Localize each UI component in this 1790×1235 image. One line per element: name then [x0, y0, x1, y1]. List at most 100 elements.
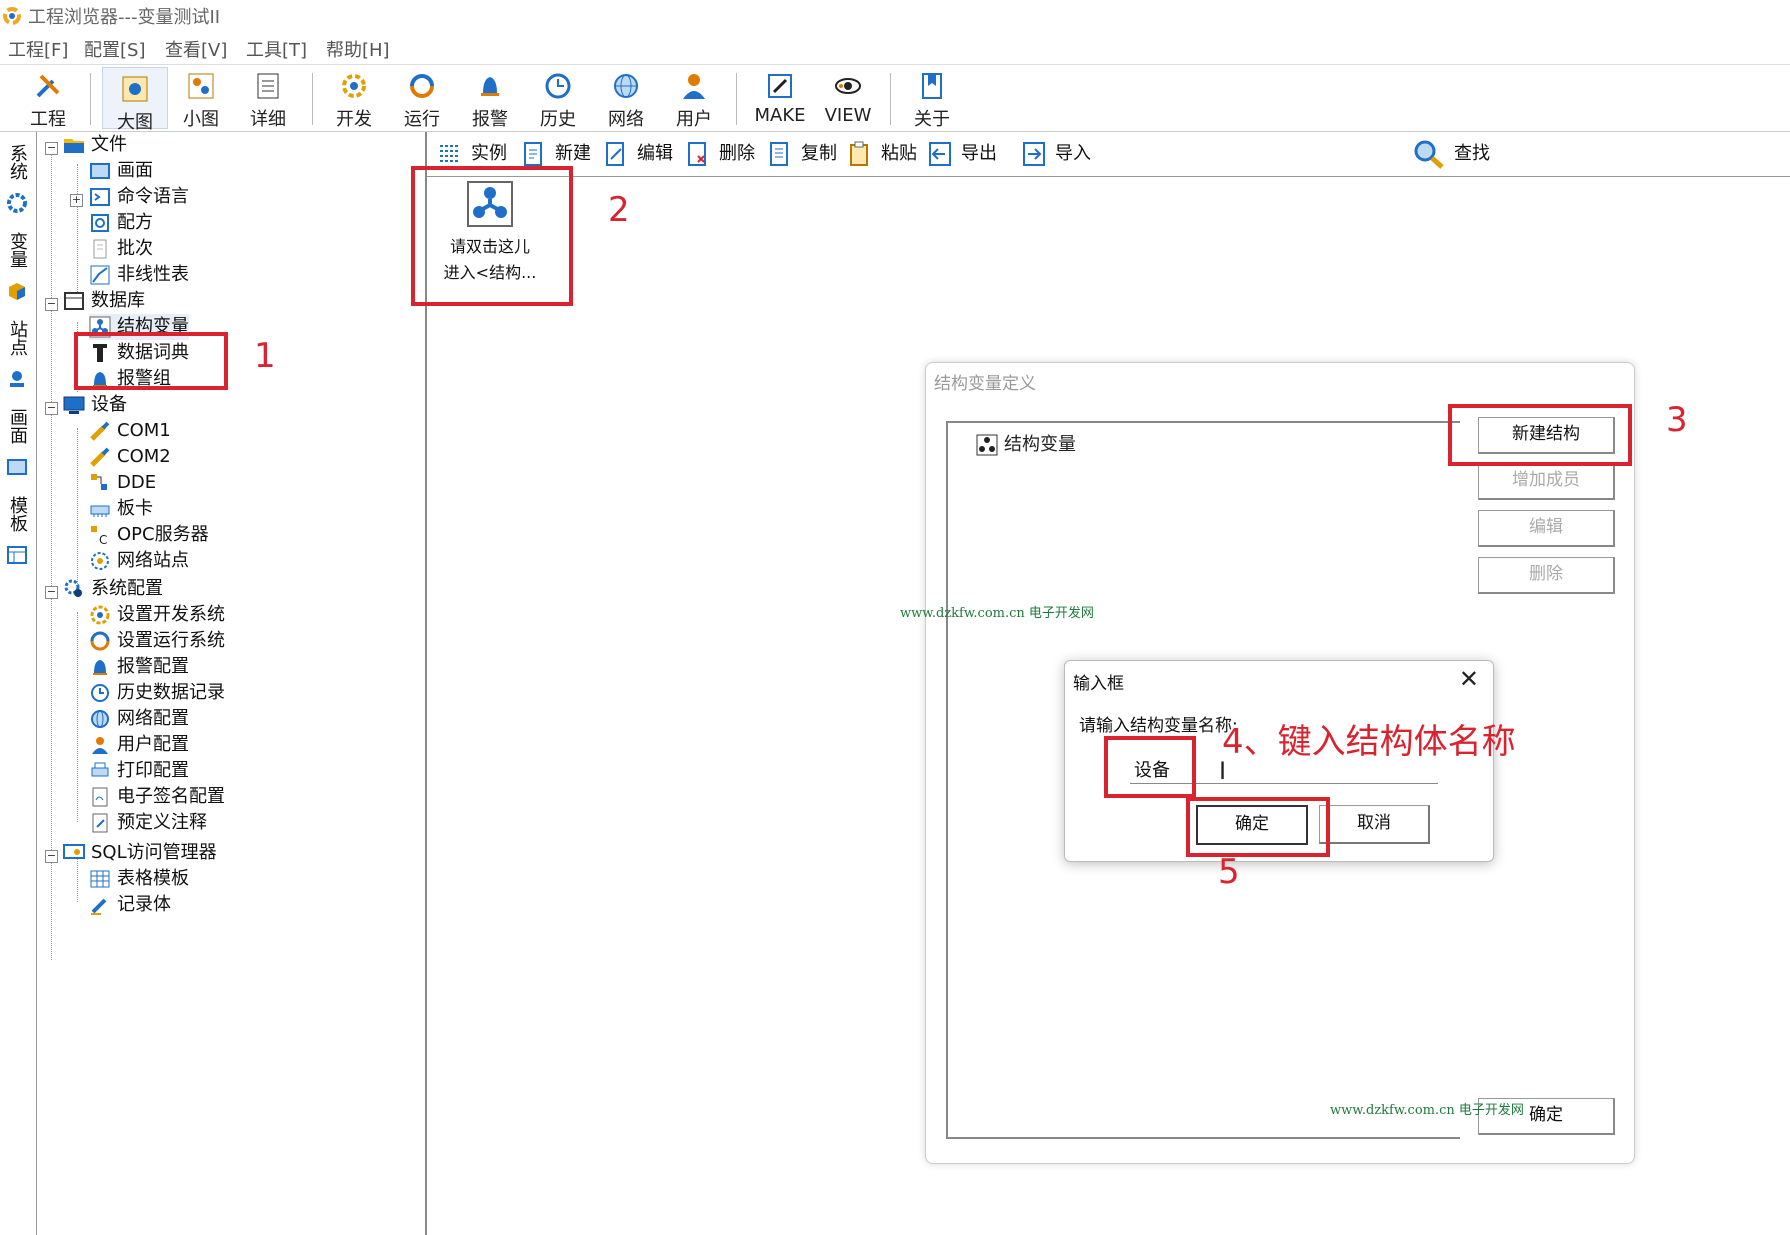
tree-node-batch[interactable]: 批次 [89, 236, 153, 262]
project-tree: − 文件 画面 + 命令语言 配方 批次 非线性表 − 数据库 结构变量 数据词… [37, 132, 427, 1235]
tree-connector [77, 612, 78, 822]
menu-project[interactable]: 工程[F] [8, 36, 68, 62]
input-prompt: 请输入结构变量名称: [1079, 716, 1238, 736]
annotation-box-4 [1104, 736, 1196, 798]
toolbar-network-button[interactable]: 网络 [594, 65, 658, 131]
toolbar-user-button[interactable]: 用户 [662, 65, 726, 131]
menu-help[interactable]: 帮助[H] [326, 36, 390, 62]
tree-node-opc-server[interactable]: C OPC服务器 [89, 522, 209, 548]
collapse-toggle[interactable]: − [45, 850, 58, 863]
tree-node-label: 文件 [91, 134, 127, 155]
add-member-button[interactable]: 增加成员 [1478, 463, 1615, 500]
collapse-toggle[interactable]: − [45, 402, 58, 415]
tree-node-network-site[interactable]: 网络站点 [89, 548, 189, 574]
annotation-label-4: 4、键入结构体名称 [1222, 722, 1516, 762]
collapse-toggle[interactable]: − [45, 298, 58, 311]
tree-node-table-template[interactable]: 表格模板 [89, 866, 189, 892]
toolbar-label: 网络 [608, 109, 644, 130]
menu-config[interactable]: 配置[S] [84, 36, 145, 62]
run-icon [410, 74, 434, 98]
collapse-toggle[interactable]: − [45, 586, 58, 599]
delete-label: 删除 [719, 143, 755, 164]
delete-button[interactable]: 删除 [685, 138, 755, 170]
toolbar-alarm-button[interactable]: 报警 [458, 65, 522, 131]
tree-node-system-config[interactable]: 系统配置 [63, 576, 163, 602]
tree-node-sql-manager[interactable]: SQL访问管理器 [63, 840, 217, 866]
toolbar-view-button[interactable]: VIEW [814, 65, 882, 131]
struct-delete-button[interactable]: 删除 [1478, 557, 1615, 594]
toolbar-project-button[interactable]: 工程 [16, 65, 80, 131]
tree-node-com1[interactable]: COM1 [89, 418, 171, 444]
toolbar-small-icon-button[interactable]: 小图 [169, 65, 233, 131]
vtab-template[interactable]: 模板 [6, 496, 30, 532]
tree-node-board[interactable]: 板卡 [89, 496, 153, 522]
tree-node-esign-config[interactable]: 电子签名配置 [89, 784, 225, 810]
toolbar-develop-button[interactable]: 开发 [322, 65, 386, 131]
tree-node-alarm-config[interactable]: 报警配置 [89, 654, 189, 680]
annotation-box-2 [411, 166, 573, 306]
tree-node-print-config[interactable]: 打印配置 [89, 758, 189, 784]
toolbar-about-button[interactable]: 关于 [900, 65, 964, 131]
input-cancel-button[interactable]: 取消 [1319, 805, 1430, 844]
find-button[interactable]: 查找 [1412, 138, 1490, 170]
tree-node-dev-system[interactable]: 设置开发系统 [89, 602, 225, 628]
toolbar-separator [312, 73, 313, 125]
menu-tools[interactable]: 工具[T] [246, 36, 307, 62]
paste-button[interactable]: 粘贴 [847, 138, 917, 170]
tree-node-label: 设置运行系统 [117, 630, 225, 651]
toolbar-separator [890, 73, 891, 125]
esignature-icon [92, 787, 108, 807]
table-grid-icon [90, 870, 110, 888]
tree-node-predefined-note[interactable]: 预定义注释 [89, 810, 207, 836]
tree-node-device[interactable]: 设备 [63, 392, 127, 418]
tree-node-command-language[interactable]: 命令语言 [89, 184, 189, 210]
tree-node-record[interactable]: 记录体 [89, 892, 171, 918]
toolbar-label: MAKE [754, 105, 806, 126]
tree-node-dde[interactable]: DDE [89, 470, 156, 496]
vtab-station[interactable]: 站点 [6, 320, 30, 356]
tree-node-run-system[interactable]: 设置运行系统 [89, 628, 225, 654]
edit-label: 编辑 [637, 143, 673, 164]
edit-button[interactable]: 编辑 [603, 138, 673, 170]
annotation-number-5: 5 [1218, 852, 1240, 892]
tree-node-user-config[interactable]: 用户配置 [89, 732, 189, 758]
expand-toggle[interactable]: + [70, 194, 83, 207]
toolbar-large-icon-button[interactable]: 大图 [102, 67, 168, 133]
toolbar-history-button[interactable]: 历史 [526, 65, 590, 131]
tree-node-database[interactable]: 数据库 [63, 288, 145, 314]
printer-icon [91, 762, 109, 777]
vtab-screen[interactable]: 画面 [6, 408, 30, 444]
toolbar-detail-button[interactable]: 详细 [236, 65, 300, 131]
screen-icon [7, 459, 27, 475]
tree-node-history-record[interactable]: 历史数据记录 [89, 680, 225, 706]
toolbar-label: 详细 [250, 109, 286, 130]
record-pen-icon [91, 898, 107, 915]
vtab-system[interactable]: 系统 [6, 144, 30, 180]
tree-node-file[interactable]: 文件 [63, 132, 127, 158]
menu-view[interactable]: 查看[V] [165, 36, 227, 62]
search-icon [1414, 140, 1444, 169]
tree-node-label: 板卡 [117, 498, 153, 519]
import-button[interactable]: 导入 [1021, 138, 1091, 170]
tree-node-network-config[interactable]: 网络配置 [89, 706, 189, 732]
annotation-box-5 [1186, 797, 1330, 857]
tree-node-nonlinear-table[interactable]: 非线性表 [89, 262, 189, 288]
tree-node-label: 设置开发系统 [117, 604, 225, 625]
tree-node-recipe[interactable]: 配方 [89, 210, 153, 236]
dde-icon [91, 474, 107, 490]
delete-document-icon [688, 142, 706, 166]
new-document-icon [524, 142, 542, 166]
close-icon[interactable]: ✕ [1459, 665, 1479, 693]
struct-edit-button[interactable]: 编辑 [1478, 510, 1615, 547]
tree-node-screen[interactable]: 画面 [89, 158, 153, 184]
copy-button[interactable]: 复制 [767, 138, 837, 170]
collapse-toggle[interactable]: − [45, 142, 58, 155]
struct-tree-root[interactable]: 结构变量 [976, 433, 1076, 457]
vtab-variable[interactable]: 变量 [6, 232, 30, 268]
struct-root-label: 结构变量 [1004, 434, 1076, 455]
toolbar-make-button[interactable]: MAKE [746, 65, 814, 131]
tree-node-com2[interactable]: COM2 [89, 444, 171, 470]
export-button[interactable]: 导出 [927, 138, 997, 170]
toolbar-run-button[interactable]: 运行 [390, 65, 454, 131]
tree-node-label: 设备 [91, 394, 127, 415]
